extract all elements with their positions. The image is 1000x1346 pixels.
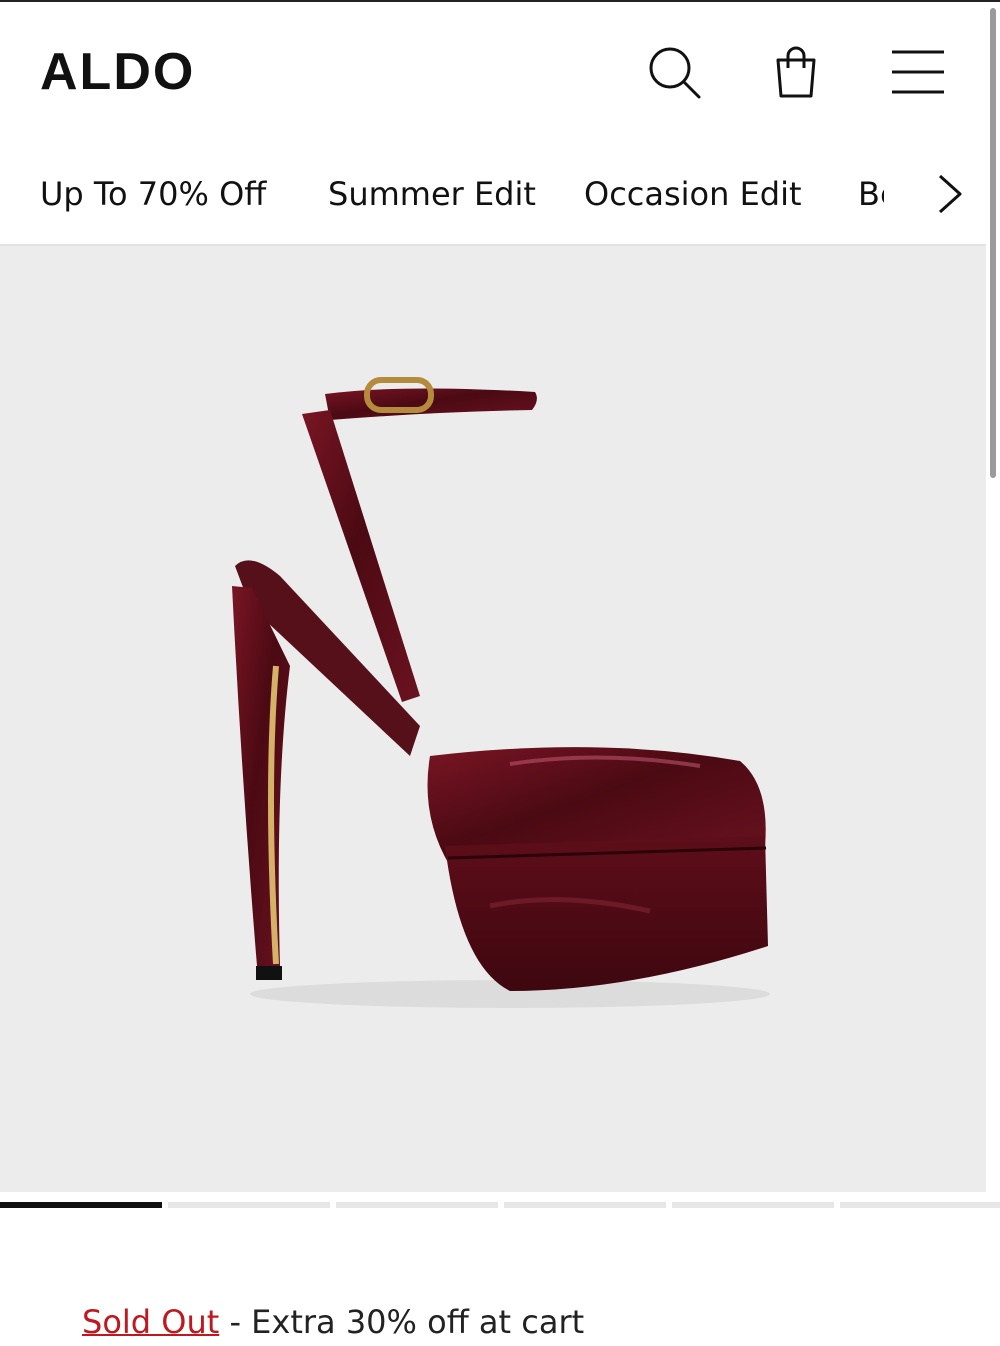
slide-indicator-1[interactable]: [0, 1202, 162, 1208]
promo-separator: -: [219, 1303, 252, 1341]
site-header: ALDO: [0, 2, 986, 142]
platform-heel-shoe-image: [180, 366, 820, 1066]
category-occasion-edit[interactable]: Occasion Edit: [584, 172, 802, 216]
category-nav: Up To 70% Off Summer Edit Occasion Edit …: [0, 142, 986, 246]
category-up-to-70-off[interactable]: Up To 70% Off: [40, 172, 266, 216]
slide-indicator-3[interactable]: [336, 1202, 498, 1208]
category-summer-edit[interactable]: Summer Edit: [328, 172, 536, 216]
sold-out-label: Sold Out: [82, 1303, 220, 1341]
shopping-bag-icon: [766, 46, 826, 106]
slide-indicator-5[interactable]: [672, 1202, 834, 1208]
page-scrollbar[interactable]: [986, 0, 1000, 1333]
slide-indicator-4[interactable]: [504, 1202, 666, 1208]
nav-next-button[interactable]: [928, 170, 972, 218]
gallery-slide-indicators: [0, 1202, 1000, 1210]
menu-button[interactable]: [888, 42, 948, 102]
promo-line: Sold Out - Extra 30% off at cart: [82, 1298, 584, 1346]
promo-message: Extra 30% off at cart: [251, 1303, 585, 1341]
hamburger-menu-icon: [888, 50, 948, 106]
search-icon: [644, 47, 704, 106]
slide-indicator-6[interactable]: [840, 1202, 1000, 1208]
scrollbar-thumb[interactable]: [990, 8, 996, 478]
product-image-gallery[interactable]: [0, 246, 986, 1192]
aldo-logo[interactable]: ALDO: [40, 44, 195, 100]
shopping-bag-button[interactable]: [766, 42, 826, 102]
search-button[interactable]: [644, 42, 704, 102]
chevron-right-icon: [928, 174, 972, 222]
slide-indicator-2[interactable]: [168, 1202, 330, 1208]
